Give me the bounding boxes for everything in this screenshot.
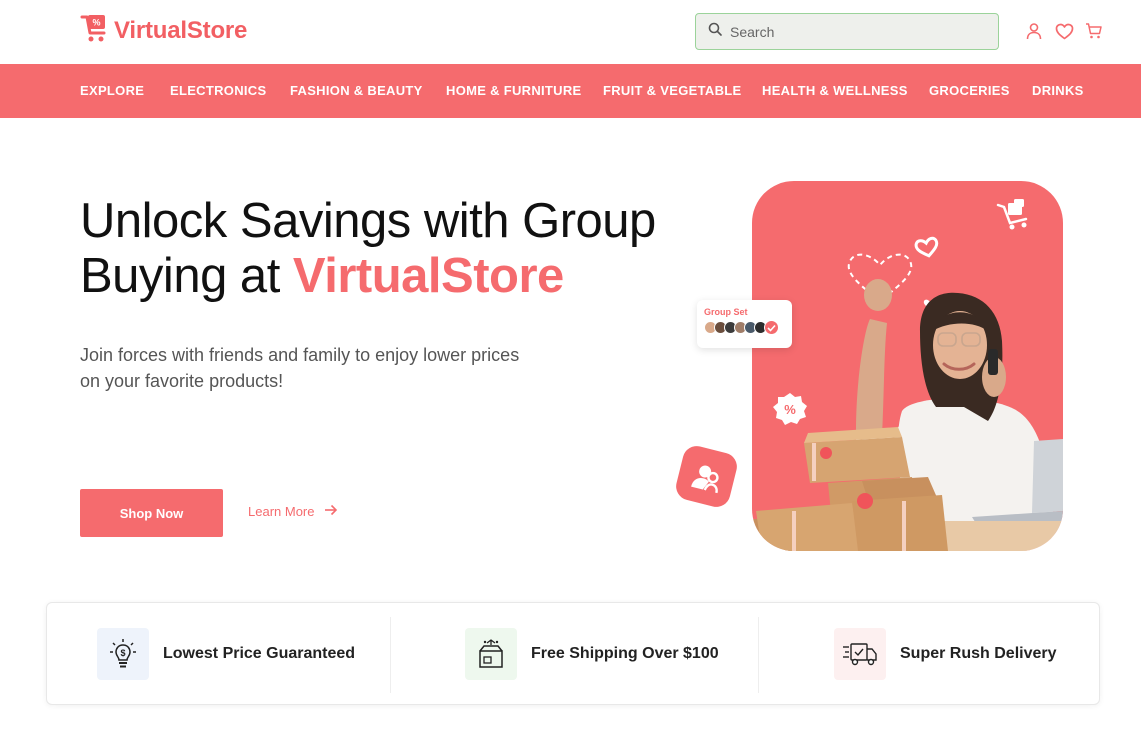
group-avatars [704,320,785,335]
learn-more-link[interactable]: Learn More [248,504,338,519]
hero-subtitle: Join forces with friends and family to e… [80,345,520,391]
search-input[interactable] [730,23,970,40]
hero-image: % [752,181,1063,551]
search-icon [708,22,722,41]
logo[interactable]: % VirtualStore [80,14,247,48]
heart-icon[interactable] [1054,20,1074,42]
shop-now-button[interactable]: Shop Now [80,489,223,537]
divider [758,617,759,693]
hero-title-accent: VirtualStore [292,249,564,303]
lightbulb-dollar-icon: $ [97,628,149,680]
feature-lowest-price: $ Lowest Price Guaranteed [97,627,355,681]
logo-text: VirtualStore [114,17,248,44]
search-bar[interactable] [695,13,999,50]
hero-title: Unlock Savings with Group Buying at Virt… [80,194,656,304]
feature-label: Free Shipping Over $100 [531,645,719,662]
nav-item-groceries[interactable]: GROCERIES [929,83,1010,98]
svg-text:%: % [92,17,100,27]
feature-label: Lowest Price Guaranteed [163,645,356,662]
group-badge-icon [673,443,740,510]
nav-item-explore[interactable]: EXPLORE [80,83,144,98]
nav-item-health-wellness[interactable]: HEALTH & WELLNESS [762,83,908,98]
learn-more-label: Learn More [248,504,315,519]
svg-text:$: $ [120,648,125,658]
package-icon [465,628,517,680]
hero-title-line2-prefix: Buying at [80,249,293,303]
hero-title-line1: Unlock Savings with Group [80,194,656,248]
nav-item-electronics[interactable]: ELECTRONICS [170,83,266,98]
svg-text:%: % [784,402,796,417]
check-icon [764,320,779,335]
features-strip: $ Lowest Price Guaranteed Free Shipping … [46,602,1100,705]
nav-item-fashion-beauty[interactable]: FASHION & BEAUTY [290,83,423,98]
trolley-icon [996,199,1028,230]
divider [390,617,391,693]
feature-free-shipping: Free Shipping Over $100 [465,627,719,681]
group-set-card: Group Set [697,300,792,348]
feature-label: Super Rush Delivery [900,645,1057,662]
user-icon[interactable] [1024,20,1044,42]
heart-small-decor [914,236,939,258]
nav-item-home-furniture[interactable]: HOME & FURNITURE [446,83,582,98]
discount-badge-decor: % [773,393,807,425]
delivery-truck-icon [834,628,886,680]
arrow-right-icon [324,504,338,519]
nav-item-drinks[interactable]: DRINKS [1032,83,1084,98]
cart-logo-icon: % [80,13,108,50]
cart-icon[interactable] [1084,20,1104,42]
group-set-label: Group Set [704,307,748,317]
header: % VirtualStore [0,0,1141,64]
header-actions [1024,20,1104,42]
nav-item-fruit-vegetable[interactable]: FRUIT & VEGETABLE [603,83,741,98]
feature-rush-delivery: Super Rush Delivery [834,627,1057,681]
category-nav: EXPLORE ELECTRONICS FASHION & BEAUTY HOM… [0,64,1141,118]
